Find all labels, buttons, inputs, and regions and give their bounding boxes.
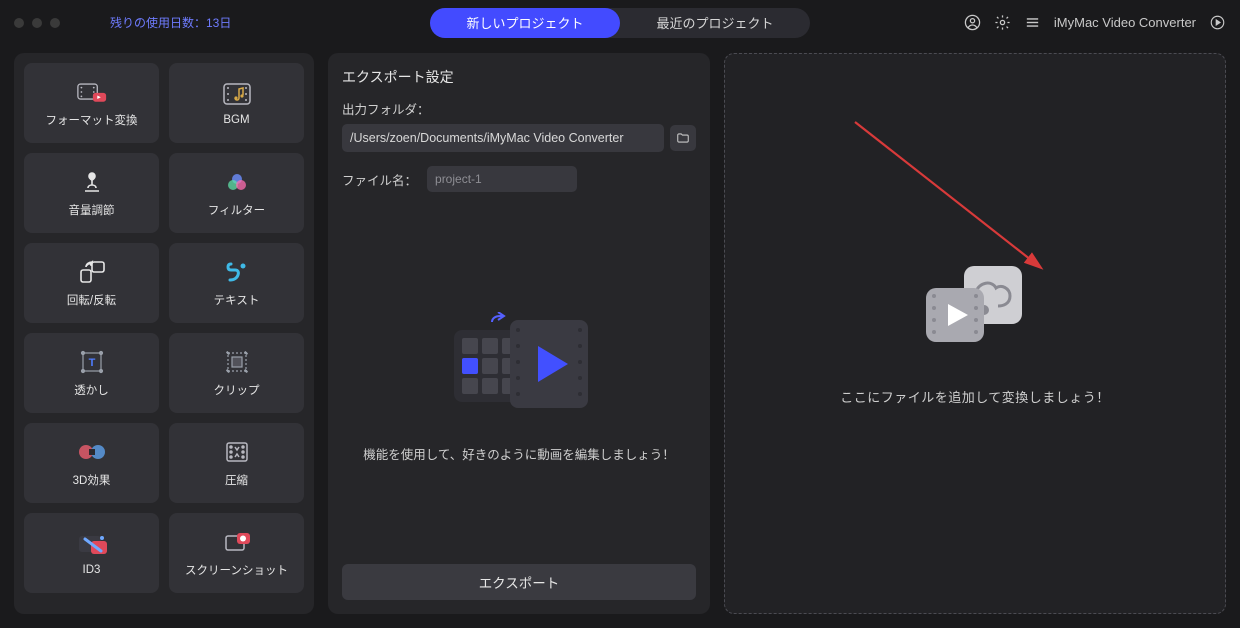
- tab-new-project[interactable]: 新しいプロジェクト: [430, 8, 620, 38]
- tool-label: テキスト: [214, 292, 260, 308]
- export-settings-panel: エクスポート設定 出力フォルダ： /Users/zoen/Documents/i…: [328, 53, 710, 614]
- header-bar: 残りの使用日数：13日 新しいプロジェクト 最近のプロジェクト iMyMac V…: [0, 0, 1240, 45]
- tool-label: ID3: [83, 564, 101, 576]
- filename-input[interactable]: project-1: [427, 166, 577, 192]
- rotate-icon: [77, 258, 107, 286]
- app-title: iMyMac Video Converter: [1054, 15, 1196, 30]
- tool-label: フォーマット変換: [46, 112, 138, 128]
- preview-area: 機能を使用して、好きのように動画を編集しましょう！: [342, 212, 696, 564]
- window-controls[interactable]: [14, 18, 60, 28]
- tool-label: 圧縮: [225, 472, 248, 488]
- minimize-dot-icon[interactable]: [32, 18, 42, 28]
- gear-icon[interactable]: [994, 14, 1012, 32]
- output-folder-path[interactable]: /Users/zoen/Documents/iMyMac Video Conve…: [342, 124, 664, 152]
- text-icon: [222, 258, 252, 286]
- menu-icon[interactable]: [1024, 14, 1042, 32]
- tool-3d[interactable]: 3D効果: [24, 423, 159, 503]
- tool-volume[interactable]: 音量調節: [24, 153, 159, 233]
- tool-compress[interactable]: 圧縮: [169, 423, 304, 503]
- tool-label: フィルター: [208, 202, 265, 218]
- tab-recent-projects[interactable]: 最近のプロジェクト: [620, 8, 810, 38]
- preview-hint-text: 機能を使用して、好きのように動画を編集しましょう！: [363, 445, 675, 465]
- browse-folder-button[interactable]: [670, 125, 696, 151]
- file-drop-zone[interactable]: ここにファイルを追加して変換しましょう！: [724, 53, 1226, 614]
- clip-icon: [222, 348, 252, 376]
- editor-graphic-icon: [444, 312, 594, 427]
- export-button[interactable]: エクスポート: [342, 564, 696, 600]
- bgm-icon: [222, 80, 252, 108]
- tool-watermark[interactable]: T 透かし: [24, 333, 159, 413]
- hint-arrow-icon: [845, 112, 1075, 312]
- 3d-icon: [77, 438, 107, 466]
- id3-icon: [77, 530, 107, 558]
- screenshot-icon: [222, 528, 252, 556]
- output-folder-label: 出力フォルダ：: [342, 99, 696, 118]
- tool-label: スクリーンショット: [185, 562, 288, 578]
- format-convert-icon: [77, 78, 107, 106]
- tool-label: 回転/反転: [67, 292, 116, 308]
- tool-filter[interactable]: フィルター: [169, 153, 304, 233]
- svg-text:T: T: [88, 357, 95, 369]
- tool-screenshot[interactable]: スクリーンショット: [169, 513, 304, 593]
- volume-icon: [77, 168, 107, 196]
- export-title: エクスポート設定: [342, 67, 696, 87]
- maximize-dot-icon[interactable]: [50, 18, 60, 28]
- tool-bgm[interactable]: BGM: [169, 63, 304, 143]
- tool-label: クリップ: [214, 382, 260, 398]
- tool-format-convert[interactable]: フォーマット変換: [24, 63, 159, 143]
- tool-label: 透かし: [74, 382, 109, 398]
- filename-label: ファイル名：: [342, 170, 417, 189]
- watermark-icon: T: [77, 348, 107, 376]
- tool-label: 音量調節: [69, 202, 115, 218]
- tool-id3[interactable]: ID3: [24, 513, 159, 593]
- drop-hint-text: ここにファイルを追加して変換しましょう！: [840, 387, 1110, 406]
- compress-icon: [222, 438, 252, 466]
- filter-icon: [222, 168, 252, 196]
- tool-clip[interactable]: クリップ: [169, 333, 304, 413]
- user-icon[interactable]: [964, 14, 982, 32]
- tools-panel: フォーマット変換 BGM 音量調節 フィルター回転/反転 テキスト T 透かし クリップ 3D効…: [14, 53, 314, 614]
- tool-label: BGM: [223, 114, 249, 126]
- tool-label: 3D効果: [73, 472, 111, 488]
- close-dot-icon[interactable]: [14, 18, 24, 28]
- play-circle-icon[interactable]: [1208, 14, 1226, 32]
- tool-rotate[interactable]: 回転/反転: [24, 243, 159, 323]
- tool-text[interactable]: テキスト: [169, 243, 304, 323]
- project-tabs: 新しいプロジェクト 最近のプロジェクト: [430, 8, 810, 38]
- trial-days-label: 残りの使用日数：13日: [110, 14, 231, 31]
